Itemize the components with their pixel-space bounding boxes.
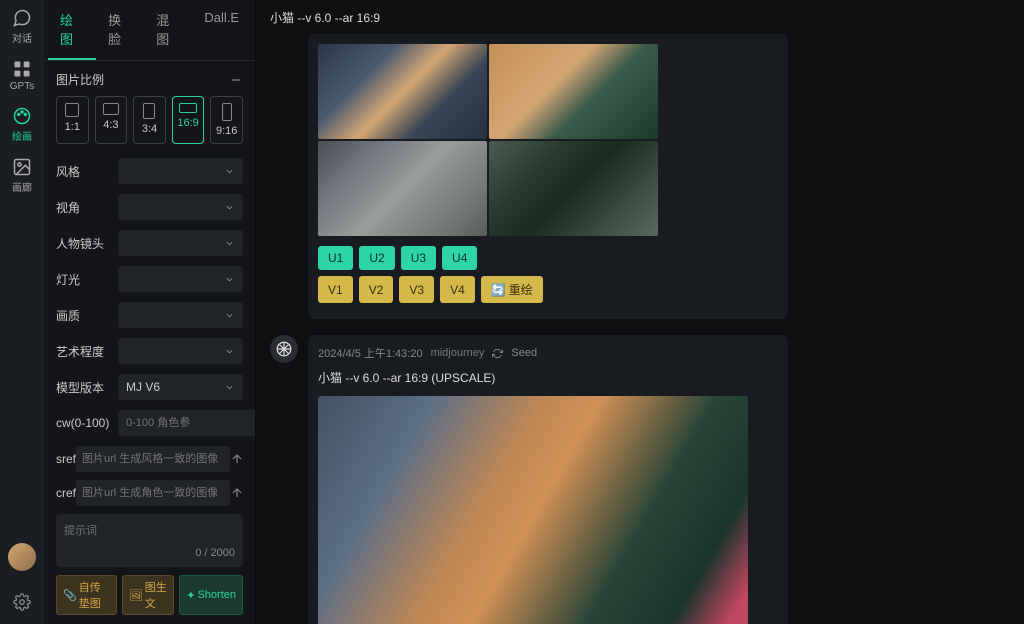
grid-icon [12, 59, 32, 79]
tab-draw[interactable]: 绘图 [48, 0, 96, 60]
palette-icon [12, 106, 32, 126]
msg-engine: midjourney [431, 347, 485, 359]
ratio-4-3[interactable]: 4:3 [95, 96, 128, 144]
msg-time: 2024/4/5 上午1:43:20 [318, 345, 423, 361]
chevron-down-icon [224, 166, 235, 177]
prompt-input[interactable] [64, 522, 235, 540]
seed-link[interactable]: Seed [511, 347, 537, 359]
light-select[interactable] [118, 266, 243, 292]
gen-image-1[interactable] [318, 44, 487, 139]
chevron-down-icon [224, 346, 235, 357]
prompt-box: 0 / 2000 [56, 514, 243, 567]
rail-gpts[interactable]: GPTs [10, 59, 34, 92]
cw-input[interactable] [118, 410, 255, 436]
image-grid [318, 44, 658, 236]
upscaled-image[interactable] [318, 396, 748, 624]
ratio-label: 图片比例 [56, 71, 104, 88]
sref-upload[interactable] [230, 446, 244, 472]
chat-area: 小猫 --v 6.0 --ar 16:9 U1 U2 U3 U4 [256, 0, 1024, 624]
bot-avatar [270, 335, 298, 363]
gen-image-3[interactable] [318, 141, 487, 236]
upload-ref-chip[interactable]: 📎自传垫图 [56, 575, 117, 615]
upload-icon [230, 486, 244, 500]
message-upscale: 2024/4/5 上午1:43:20 midjourney Seed 小猫 --… [270, 335, 1010, 624]
chat-header: 小猫 --v 6.0 --ar 16:9 [256, 0, 1024, 34]
portrait-select[interactable] [118, 230, 243, 256]
openai-icon [275, 340, 293, 358]
u4-button[interactable]: U4 [442, 246, 477, 270]
tab-face[interactable]: 换脸 [96, 0, 144, 60]
chevron-down-icon [224, 202, 235, 213]
art-select[interactable] [118, 338, 243, 364]
chevron-down-icon [224, 382, 235, 393]
gen-image-2[interactable] [489, 44, 658, 139]
chat-icon [12, 8, 32, 28]
upscale-title: 小猫 --v 6.0 --ar 16:9 (UPSCALE) [318, 369, 778, 386]
redraw-button[interactable]: 🔄 重绘 [481, 276, 543, 303]
cref-upload[interactable] [230, 480, 244, 506]
u2-button[interactable]: U2 [359, 246, 394, 270]
cref-input[interactable] [76, 480, 230, 506]
v4-button[interactable]: V4 [440, 276, 475, 303]
rail-draw[interactable]: 绘画 [12, 106, 32, 143]
u3-button[interactable]: U3 [401, 246, 436, 270]
tab-dalle[interactable]: Dall.E [192, 0, 251, 60]
ratio-3-4[interactable]: 3:4 [133, 96, 166, 144]
chevron-down-icon [224, 238, 235, 249]
user-avatar[interactable] [8, 543, 36, 571]
v2-button[interactable]: V2 [359, 276, 394, 303]
mode-tabs: 绘图 换脸 混图 Dall.E [44, 0, 255, 61]
rail-chat[interactable]: 对话 [12, 8, 32, 45]
shorten-chip[interactable]: ✦Shorten [179, 575, 243, 615]
minus-icon[interactable] [229, 73, 243, 87]
char-counter: 0 / 2000 [64, 547, 235, 559]
refresh-icon[interactable] [492, 348, 503, 359]
angle-select[interactable] [118, 194, 243, 220]
v3-button[interactable]: V3 [399, 276, 434, 303]
rail-gallery[interactable]: 画廊 [12, 157, 32, 194]
u1-button[interactable]: U1 [318, 246, 353, 270]
gear-icon [13, 593, 31, 611]
upload-icon [230, 452, 244, 466]
chevron-down-icon [224, 310, 235, 321]
ratio-1-1[interactable]: 1:1 [56, 96, 89, 144]
ratio-9-16[interactable]: 9:16 [210, 96, 243, 144]
model-select[interactable]: MJ V6 [118, 374, 243, 400]
ratio-16-9[interactable]: 16:9 [172, 96, 205, 144]
chevron-down-icon [224, 274, 235, 285]
left-rail: 对话 GPTs 绘画 画廊 [0, 0, 44, 624]
img2text-chip[interactable]: 🖼图生文 [122, 575, 174, 615]
v1-button[interactable]: V1 [318, 276, 353, 303]
message-grid: U1 U2 U3 U4 V1 V2 V3 V4 🔄 重绘 [270, 34, 1010, 319]
image-icon [12, 157, 32, 177]
settings-button[interactable] [13, 593, 31, 614]
quality-select[interactable] [118, 302, 243, 328]
gen-image-4[interactable] [489, 141, 658, 236]
tab-mix[interactable]: 混图 [144, 0, 192, 60]
sref-input[interactable] [76, 446, 230, 472]
style-select[interactable] [118, 158, 243, 184]
config-panel: 绘图 换脸 混图 Dall.E 图片比例 1:1 4:3 3:4 16:9 9:… [44, 0, 256, 624]
